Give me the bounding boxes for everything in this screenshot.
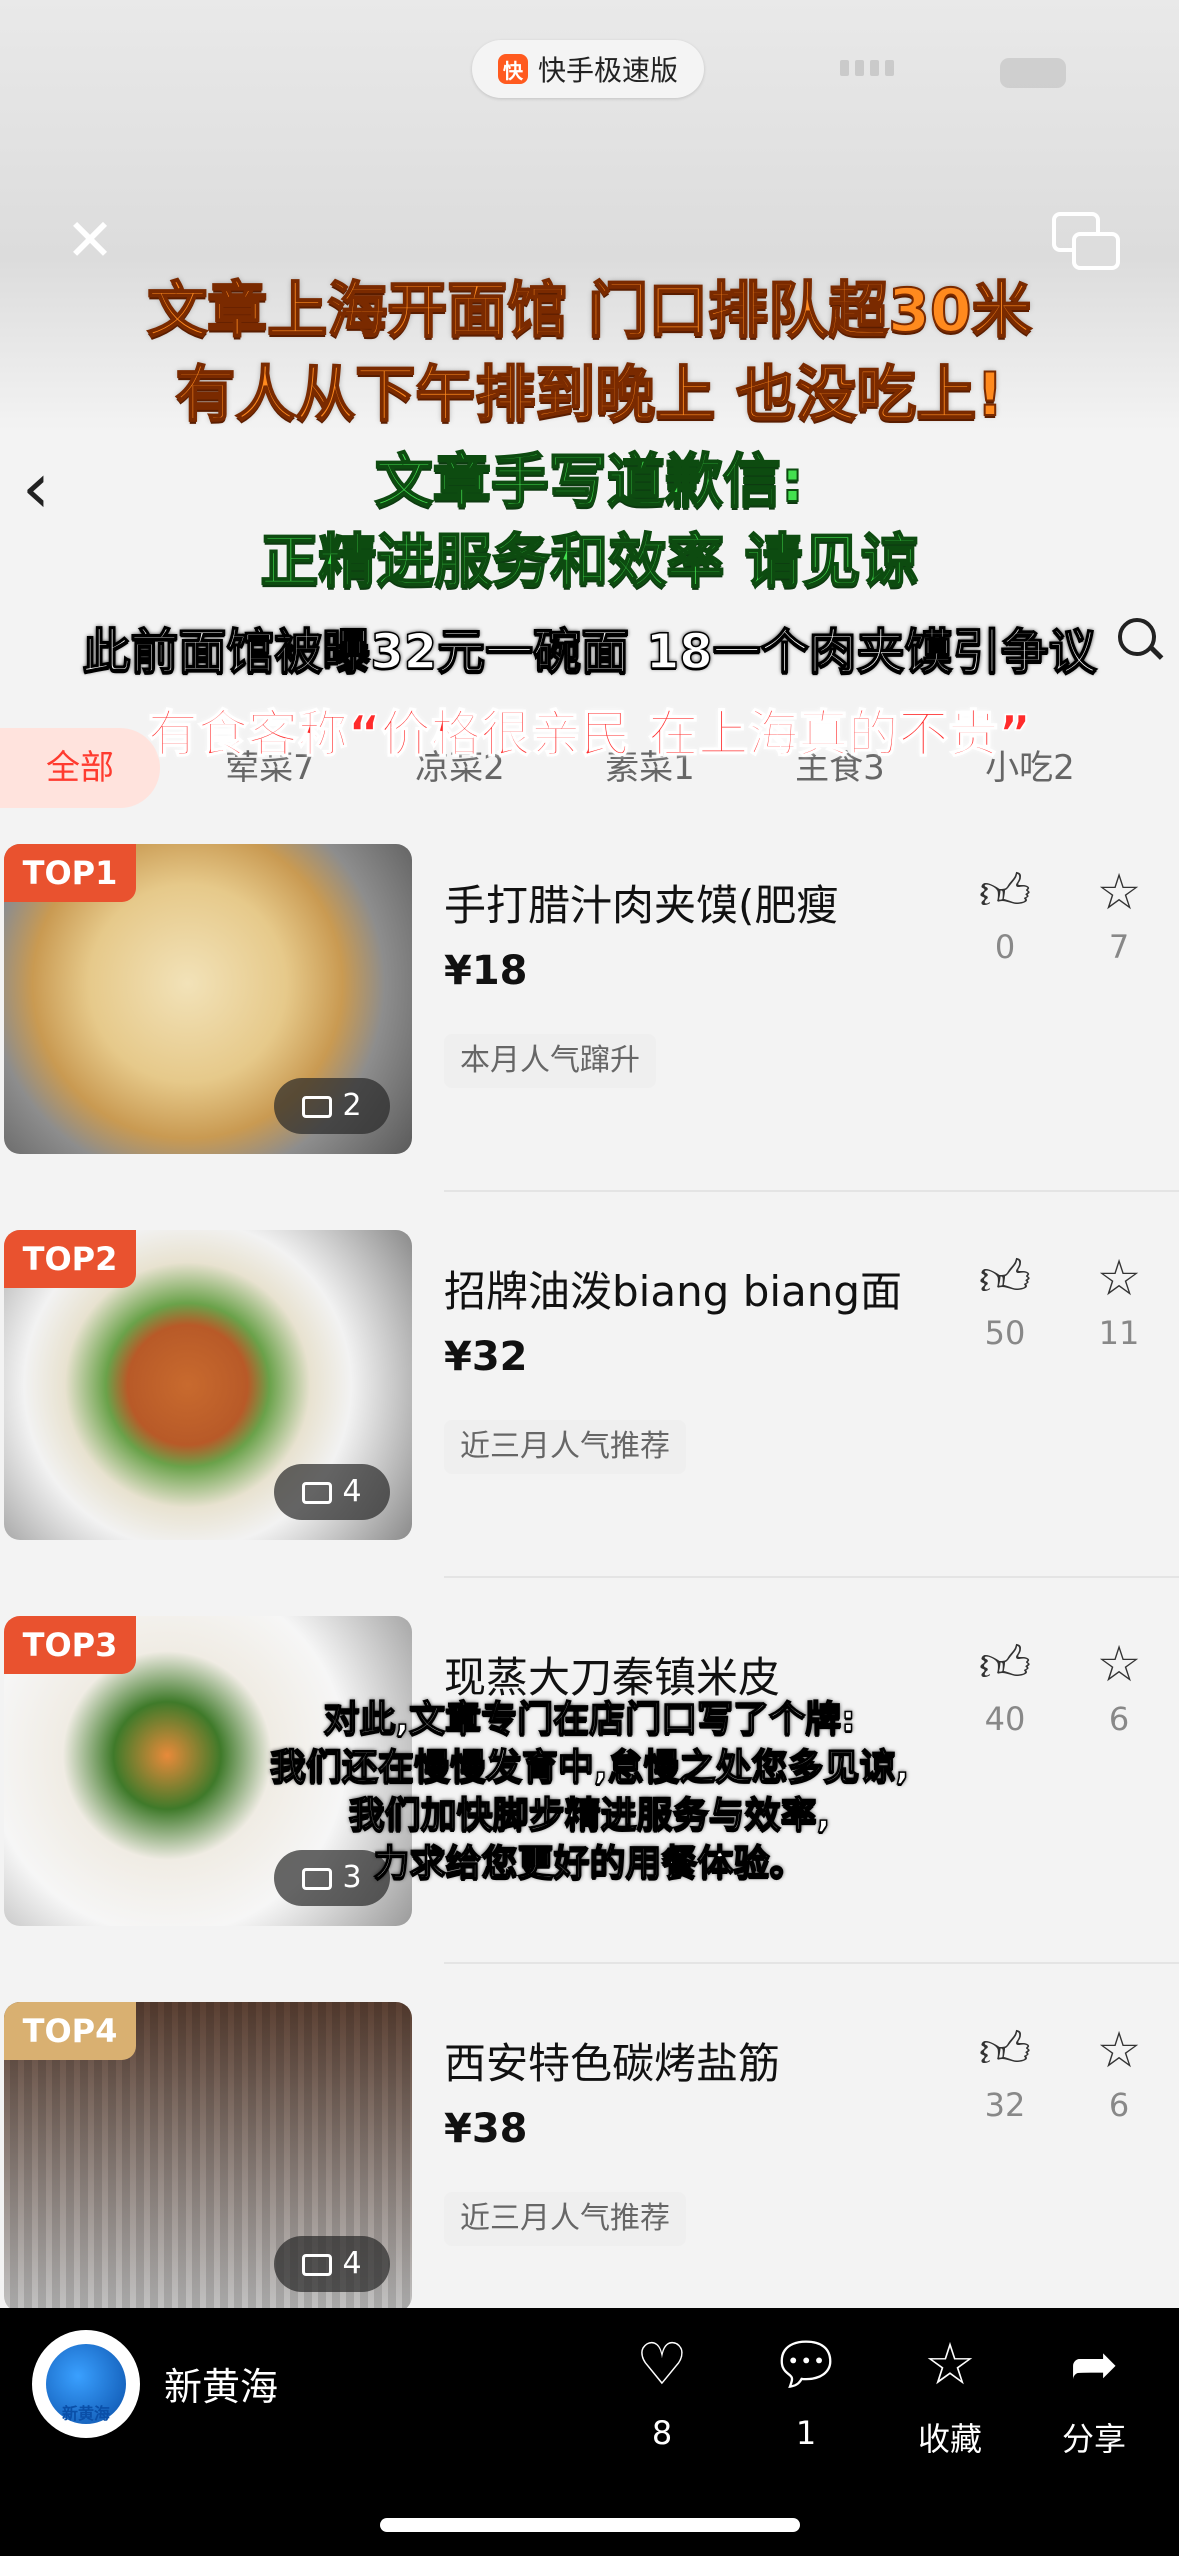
image-count[interactable]: 2 [274, 1078, 390, 1134]
rank-badge: TOP2 [4, 1230, 136, 1288]
collect-action[interactable]: ☆ 收藏 [900, 2328, 1000, 2460]
dish-tag: 近三月人气推荐 [444, 2192, 686, 2246]
caption-line-5: 此前面馆被曝32元一碗面 18一个肉夹馍引争议 [82, 623, 1098, 681]
thumbs-up-icon: 👍︎ [978, 863, 1032, 921]
image-count[interactable]: 4 [274, 1464, 390, 1520]
image-count[interactable]: 4 [274, 2236, 390, 2292]
subtitle-line-2: 我们还在慢慢发育中,怠慢之处您多见谅, [269, 1746, 910, 1789]
star-icon: ☆ [924, 2330, 976, 2398]
thumbs-up-icon: 👍︎ [978, 1635, 1032, 1693]
like-button[interactable]: 👍︎ 50 [970, 1250, 1040, 1352]
video-screen: 快 快手极速版 ✕ ‹ 全部 荤菜7 凉菜2 素菜1 主食3 小吃2 TOP1 … [0, 0, 1179, 2556]
dish-image: TOP1 2 [4, 844, 412, 1154]
like-action[interactable]: ♡ 8 [612, 2328, 712, 2452]
divider [444, 1576, 1179, 1578]
caption-line-2: 有人从下午排到晚上 也没吃上! [174, 359, 1004, 431]
thumbs-up-icon: 👍︎ [978, 2021, 1032, 2079]
image-icon [302, 1095, 333, 1118]
home-indicator[interactable] [380, 2518, 800, 2532]
account-name[interactable]: 新黄海 [164, 2356, 278, 2411]
dish-tag: 近三月人气推荐 [444, 1420, 686, 1474]
thumbs-up-icon: 👍︎ [978, 1249, 1032, 1307]
rank-badge: TOP1 [4, 844, 136, 902]
image-icon [302, 1481, 333, 1504]
star-outline-icon: ☆ [1096, 2021, 1142, 2079]
heart-icon: ♡ [636, 2330, 688, 2398]
like-button[interactable]: 👍︎ 0 [970, 864, 1040, 966]
dish-price: ¥18 [444, 948, 528, 994]
star-outline-icon: ☆ [1096, 1635, 1142, 1693]
dish-price: ¥38 [444, 2106, 528, 2152]
caption-line-3: 文章手写道歉信: [374, 446, 805, 516]
like-button[interactable]: 👍︎ 32 [970, 2022, 1040, 2124]
divider [444, 1962, 1179, 1964]
divider [444, 1190, 1179, 1192]
battery-icon [1000, 58, 1066, 88]
favorite-button[interactable]: ☆ 7 [1084, 864, 1154, 966]
dish-name: 西安特色碳烤盐筋 [444, 2039, 781, 2088]
share-arrow-icon: ➦ [1069, 2330, 1119, 2398]
dish-tag: 本月人气蹿升 [444, 1034, 656, 1088]
comment-bubble-icon: 💬︎ [769, 2330, 843, 2398]
caption-line-6: 有食客称“价格很亲民 在上海真的不贵” [147, 704, 1032, 764]
comment-action[interactable]: 💬︎ 1 [756, 2328, 856, 2452]
share-action[interactable]: ➦ 分享 [1044, 2328, 1144, 2460]
favorite-button[interactable]: ☆ 11 [1084, 1250, 1154, 1352]
dish-image: TOP2 4 [4, 1230, 412, 1540]
star-outline-icon: ☆ [1096, 1249, 1142, 1307]
caption-line-1: 文章上海开面馆 门口排队超30米 [146, 275, 1032, 347]
kuaishou-logo-icon: 快 [497, 54, 528, 84]
rank-badge: TOP4 [4, 2002, 136, 2060]
close-icon[interactable]: ✕ [60, 210, 120, 270]
favorite-button[interactable]: ☆ 6 [1084, 2022, 1154, 2124]
dish-image: TOP4 4 [4, 2002, 412, 2308]
dish-name: 招牌油泼biang biang面 [444, 1267, 903, 1316]
subtitle-line-4: 力求给您更好的用餐体验。 [373, 1842, 807, 1885]
star-outline-icon: ☆ [1096, 863, 1142, 921]
image-icon [302, 2253, 333, 2276]
rank-badge: TOP3 [4, 1616, 136, 1674]
app-pill-label: 快手极速版 [537, 54, 678, 87]
subtitle-line-3: 我们加快脚步精进服务与效率, [348, 1794, 831, 1837]
list-item[interactable]: TOP1 2 手打腊汁肉夹馍(肥瘦 ¥18 本月人气蹿升 👍︎ 0 ☆ 7 [0, 844, 1179, 1184]
avatar[interactable]: 新黄海 [32, 2330, 140, 2438]
subtitle-line-1: 对此,文章专门在店门口写了个牌: [323, 1698, 857, 1741]
signal-icon [840, 60, 910, 78]
app-switch-pill[interactable]: 快 快手极速版 [472, 40, 704, 98]
dish-name: 手打腊汁肉夹馍(肥瘦 [444, 881, 839, 930]
list-item[interactable]: TOP2 4 招牌油泼biang biang面 ¥32 近三月人气推荐 👍︎ 50… [0, 1230, 1179, 1570]
list-item[interactable]: TOP4 4 西安特色碳烤盐筋 ¥38 近三月人气推荐 👍︎ 32 ☆ 6 [0, 2002, 1179, 2308]
dish-price: ¥32 [444, 1334, 528, 1380]
caption-line-4: 正精进服务和效率 请见谅 [259, 526, 919, 596]
